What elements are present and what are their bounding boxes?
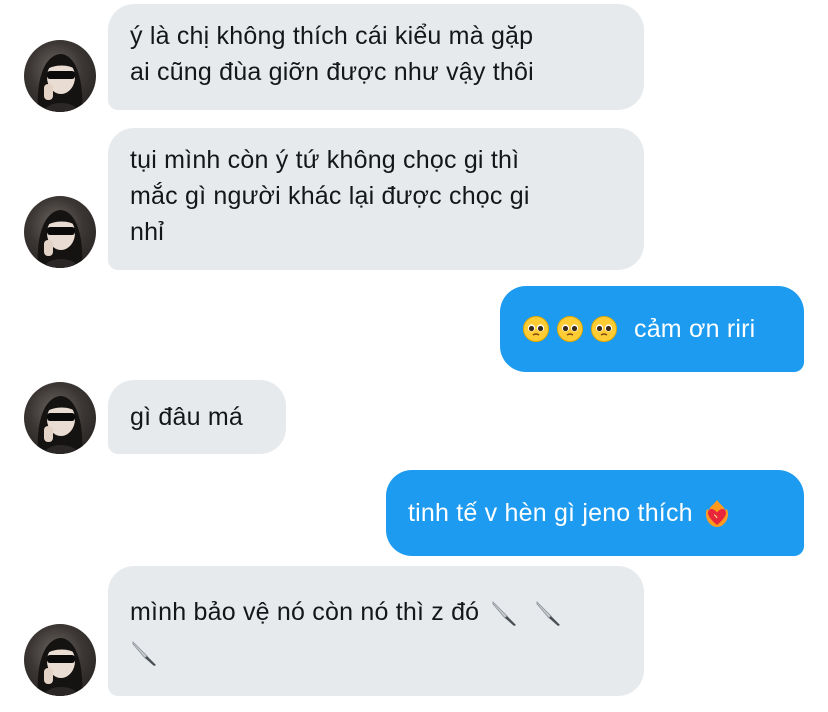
incoming-message[interactable]: ý là chị không thích cái kiểu mà gặp ai … xyxy=(108,4,644,110)
incoming-message[interactable]: gì đâu má xyxy=(108,380,286,454)
incoming-message[interactable]: mình bảo vệ nó còn nó thì z đó xyxy=(108,566,644,696)
heart-on-fire-icon xyxy=(705,500,728,527)
avatar-photo-icon xyxy=(37,396,83,454)
sender-avatar[interactable] xyxy=(24,40,96,112)
sender-avatar[interactable] xyxy=(24,382,96,454)
avatar-photo-icon xyxy=(37,638,83,696)
message-text: tinh tế v hèn gì jeno thích xyxy=(408,499,693,527)
pleading-face-icon xyxy=(557,316,583,342)
message-text: cảm ơn riri xyxy=(634,315,756,343)
avatar-photo-icon xyxy=(37,210,83,268)
knife-icon xyxy=(493,601,517,627)
pleading-face-icon xyxy=(591,316,617,342)
message-text: mình bảo vệ nó còn nó thì z đó xyxy=(130,598,480,626)
message-text: gì đâu má xyxy=(130,403,243,431)
sender-avatar[interactable] xyxy=(24,196,96,268)
outgoing-message[interactable]: tinh tế v hèn gì jeno thích xyxy=(386,470,804,556)
knife-icon xyxy=(536,601,560,627)
avatar-photo-icon xyxy=(37,54,83,112)
sender-avatar[interactable] xyxy=(24,624,96,696)
message-text: tụi mình còn ý tứ không chọc gi thì mắc … xyxy=(130,146,530,246)
pleading-face-icon xyxy=(523,316,549,342)
message-text: ý là chị không thích cái kiểu mà gặp ai … xyxy=(130,22,534,86)
incoming-message[interactable]: tụi mình còn ý tứ không chọc gi thì mắc … xyxy=(108,128,644,270)
knife-icon xyxy=(132,641,156,667)
outgoing-message[interactable]: cảm ơn riri xyxy=(500,286,804,372)
